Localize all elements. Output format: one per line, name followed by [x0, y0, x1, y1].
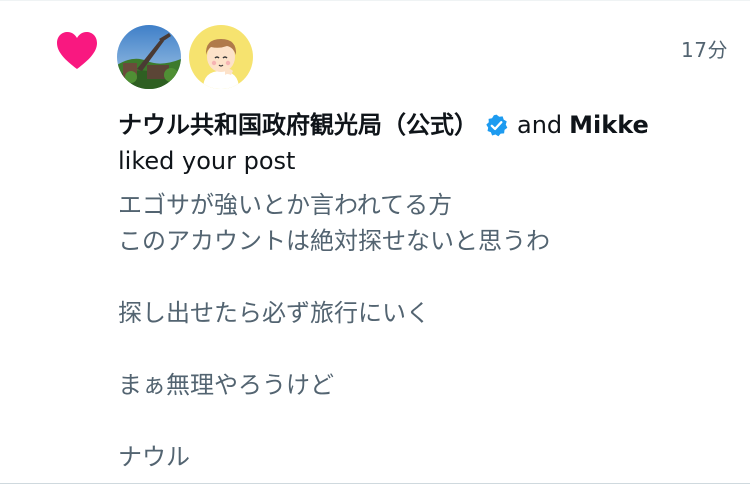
timestamp: 17分 [681, 38, 728, 62]
avatar-landscape[interactable] [117, 25, 181, 89]
actor-primary-name[interactable]: ナウル共和国政府観光局（公式） [118, 108, 478, 142]
post-line: 探し出せたら必ず旅行にいく [118, 299, 430, 327]
actor-secondary-name[interactable]: Mikke [569, 108, 649, 142]
liker-line: ナウル共和国政府観光局（公式） and Mikke [118, 108, 649, 142]
post-line: ナウル [118, 443, 190, 471]
post-text[interactable]: エゴサが強いとか言われてる方 このアカウントは絶対探せないと思うわ 探し出せたら… [118, 187, 550, 475]
action-text: liked your post [118, 147, 296, 175]
heart-icon [57, 32, 97, 69]
tower-landscape-avatar [117, 25, 181, 89]
avatar-cartoon[interactable] [189, 25, 253, 89]
post-line [118, 259, 550, 295]
post-line: まぁ無理やろうけど [118, 371, 334, 399]
like-notification[interactable]: 17分 ナウル共和国政府観光局（公式） and Mikke liked your… [0, 0, 750, 484]
conjunction: and [517, 111, 563, 139]
cartoon-boy-avatar [189, 25, 253, 89]
post-line: このアカウントは絶対探せないと思うわ [118, 227, 550, 255]
verified-badge-icon [486, 114, 508, 136]
post-line [118, 403, 550, 439]
post-line [118, 331, 550, 367]
post-line: エゴサが強いとか言われてる方 [118, 191, 453, 219]
